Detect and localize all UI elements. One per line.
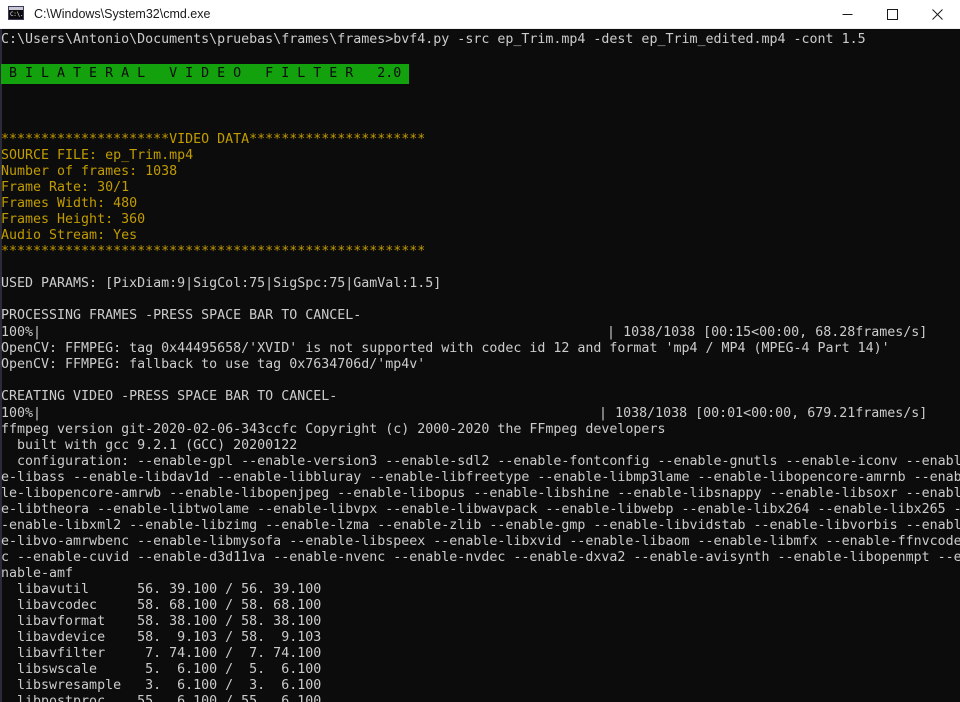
cmd-window: C:\. C:\Windows\System32\cmd.exe C:\User… (0, 0, 960, 702)
title-bar[interactable]: C:\. C:\Windows\System32\cmd.exe (0, 0, 960, 29)
video-data-footer: ****************************************… (1, 244, 426, 259)
ffmpeg-configuration-line: -enable-libxml2 --enable-libzimg --enabl… (1, 518, 960, 533)
ffmpeg-configuration-line: nable-amf (1, 566, 74, 581)
cmd-console-icon: C:\. (8, 6, 24, 22)
video-data-row: Audio Stream: Yes (1, 228, 138, 243)
video-data-header: *********************VIDEO DATA*********… (1, 132, 426, 147)
ffmpeg-configuration-line: e-libvo-amrwbenc --enable-libmysofa --en… (1, 534, 960, 549)
processing-progress-right-pipe: | (607, 325, 616, 340)
close-icon (932, 8, 943, 20)
app-banner: B I L A T E R A L V I D E O F I L T E R … (1, 64, 410, 84)
title-bar-left: C:\. C:\Windows\System32\cmd.exe (0, 6, 825, 22)
ffmpeg-library-line: libswresample 3. 6.100 / 3. 6.100 (1, 678, 322, 693)
ffmpeg-library-line: libavformat 58. 38.100 / 58. 38.100 (1, 614, 322, 629)
app-banner-line: B I L A T E R A L V I D E O F I L T E R … (1, 64, 960, 84)
ffmpeg-configuration-line: configuration: --enable-gpl --enable-ver… (1, 454, 960, 469)
creating-progress-stats: 1038/1038 [00:01<00:00, 679.21frames/s] (607, 406, 928, 421)
maximize-button[interactable] (870, 0, 915, 28)
video-data-row: Frames Width: 480 (1, 196, 138, 211)
processing-progress-row: 100% | | 1038/1038 [00:15<00:00, 68.28fr… (1, 324, 960, 341)
prompt-command-line: C:\Users\Antonio\Documents\pruebas\frame… (1, 32, 866, 47)
processing-progress-percent: 100% (1, 325, 34, 340)
ffmpeg-built-line: built with gcc 9.2.1 (GCC) 20200122 (1, 438, 298, 453)
creating-progress-right-pipe: | (599, 406, 608, 421)
window-title: C:\Windows\System32\cmd.exe (34, 7, 211, 21)
creating-progress-bar (41, 406, 600, 421)
close-button[interactable] (915, 0, 960, 28)
minimize-button[interactable] (825, 0, 870, 28)
cmd-icon-prompt-text: C:\. (10, 11, 24, 18)
processing-progress-left-pipe: | (33, 325, 42, 340)
video-data-row: Frames Height: 360 (1, 212, 146, 227)
creating-progress-left-pipe: | (33, 406, 42, 421)
ffmpeg-version-line: ffmpeg version git-2020-02-06-343ccfc Co… (1, 422, 666, 437)
ffmpeg-configuration-line: le-libopencore-amrwb --enable-libopenjpe… (1, 486, 960, 501)
processing-progress-bar (41, 325, 608, 340)
creating-video-label: CREATING VIDEO -PRESS SPACE BAR TO CANCE… (1, 389, 338, 404)
ffmpeg-configuration-line: c --enable-cuvid --enable-d3d11va --enab… (1, 550, 960, 565)
window-controls (825, 0, 960, 28)
ffmpeg-library-line: libavcodec 58. 68.100 / 58. 68.100 (1, 598, 322, 613)
minimize-icon (842, 13, 853, 15)
creating-progress-row: 100% | | 1038/1038 [00:01<00:00, 679.21f… (1, 405, 960, 422)
ffmpeg-configuration-line: e-libtheora --enable-libtwolame --enable… (1, 502, 960, 517)
ffmpeg-library-line: libswscale 5. 6.100 / 5. 6.100 (1, 662, 322, 677)
ffmpeg-library-line: libavutil 56. 39.100 / 56. 39.100 (1, 582, 322, 597)
opencv-warning-line: OpenCV: FFMPEG: fallback to use tag 0x76… (1, 357, 426, 372)
creating-progress-percent: 100% (1, 406, 34, 421)
video-data-row: Number of frames: 1038 (1, 164, 178, 179)
processing-progress-stats: 1038/1038 [00:15<00:00, 68.28frames/s] (615, 325, 928, 340)
opencv-warning-line: OpenCV: FFMPEG: tag 0x44495658/'XVID' is… (1, 341, 890, 356)
video-data-row: Frame Rate: 30/1 (1, 180, 130, 195)
used-params-line: USED PARAMS: [PixDiam:9|SigCol:75|SigSpc… (1, 276, 442, 291)
console-output-area[interactable]: C:\Users\Antonio\Documents\pruebas\frame… (0, 29, 960, 702)
video-data-row: SOURCE FILE: ep_Trim.mp4 (1, 148, 194, 163)
ffmpeg-library-line: libavdevice 58. 9.103 / 58. 9.103 (1, 630, 322, 645)
processing-frames-label: PROCESSING FRAMES -PRESS SPACE BAR TO CA… (1, 308, 362, 323)
maximize-icon (887, 8, 898, 20)
ffmpeg-library-line: libavfilter 7. 74.100 / 7. 74.100 (1, 646, 322, 661)
ffmpeg-library-line: libpostproc 55. 6.100 / 55. 6.100 (1, 694, 322, 702)
ffmpeg-configuration-line: e-libass --enable-libdav1d --enable-libb… (1, 470, 960, 485)
console-text-buffer: C:\Users\Antonio\Documents\pruebas\frame… (0, 29, 960, 702)
